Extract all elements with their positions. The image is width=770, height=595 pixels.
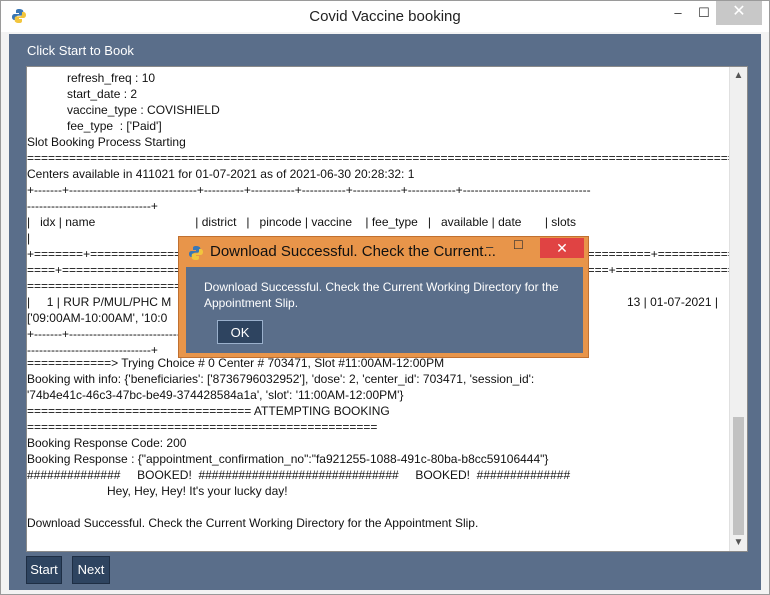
log-line: fee_type : ['Paid']	[27, 119, 162, 133]
python-icon	[189, 246, 203, 260]
close-button[interactable]: ✕	[716, 1, 762, 25]
log-line: +-------+-------------------------------…	[27, 183, 591, 197]
log-line: Slot Booking Process Starting	[27, 135, 186, 149]
log-row-fragment: 13 | 01-07-2021 |	[627, 295, 718, 309]
vertical-scrollbar[interactable]: ▲ ▼	[729, 67, 747, 551]
log-line: Centers available in 411021 for 01-07-20…	[27, 167, 415, 181]
dialog-title: Download Successful. Check the Current..…	[210, 243, 496, 260]
window-title: Covid Vaccine booking	[309, 8, 461, 25]
log-line: Download Successful. Check the Current W…	[27, 516, 479, 530]
log-line: vaccine_type : COVISHIELD	[27, 103, 220, 117]
title-bar[interactable]: Covid Vaccine booking – ☐ ✕	[1, 1, 769, 32]
scroll-down-icon[interactable]: ▼	[730, 534, 747, 551]
log-line: ############## BOOKED! #################…	[27, 468, 571, 482]
dialog-body: Download Successful. Check the Current W…	[186, 267, 583, 353]
dialog-message: Download Successful. Check the Current W…	[204, 280, 559, 310]
log-line: Booking with info: {'beneficiaries': ['8…	[27, 372, 535, 386]
log-line: ================================ ATTEMPT…	[27, 404, 390, 418]
log-line: Booking Response : {"appointment_confirm…	[27, 452, 549, 466]
log-line: Hey, Hey, Hey! It's your lucky day!	[27, 484, 288, 498]
log-line: | idx | name | district | pincode | vacc…	[27, 215, 576, 229]
log-line: refresh_freq : 10	[27, 71, 156, 85]
dialog-maximize-button[interactable]: ☐	[513, 238, 524, 252]
dialog-minimize-button[interactable]: –	[486, 239, 493, 254]
log-line: '74b4e41c-46c3-47bc-be49-374428584a1a', …	[27, 388, 404, 402]
log-line: Booking Response Code: 200	[27, 436, 187, 450]
ok-button[interactable]: OK	[217, 320, 263, 344]
instruction-label: Click Start to Book	[27, 43, 134, 58]
message-dialog: Download Successful. Check the Current..…	[178, 236, 589, 358]
log-line: |	[27, 231, 31, 245]
scroll-up-icon[interactable]: ▲	[730, 67, 747, 84]
scroll-thumb[interactable]	[733, 417, 744, 535]
log-line: start_date : 2	[27, 87, 138, 101]
log-line: -------------------------------+	[27, 199, 158, 213]
log-line: ========================================…	[27, 420, 378, 434]
dialog-close-button[interactable]: ✕	[540, 238, 584, 258]
next-button[interactable]: Next	[72, 556, 110, 584]
log-line: ========================================…	[27, 151, 742, 165]
log-line: | 1 | RUR P/MUL/PHC M	[27, 295, 172, 309]
log-line: ['09:00AM-10:00AM', '10:0	[27, 311, 168, 325]
start-button[interactable]: Start	[26, 556, 62, 584]
